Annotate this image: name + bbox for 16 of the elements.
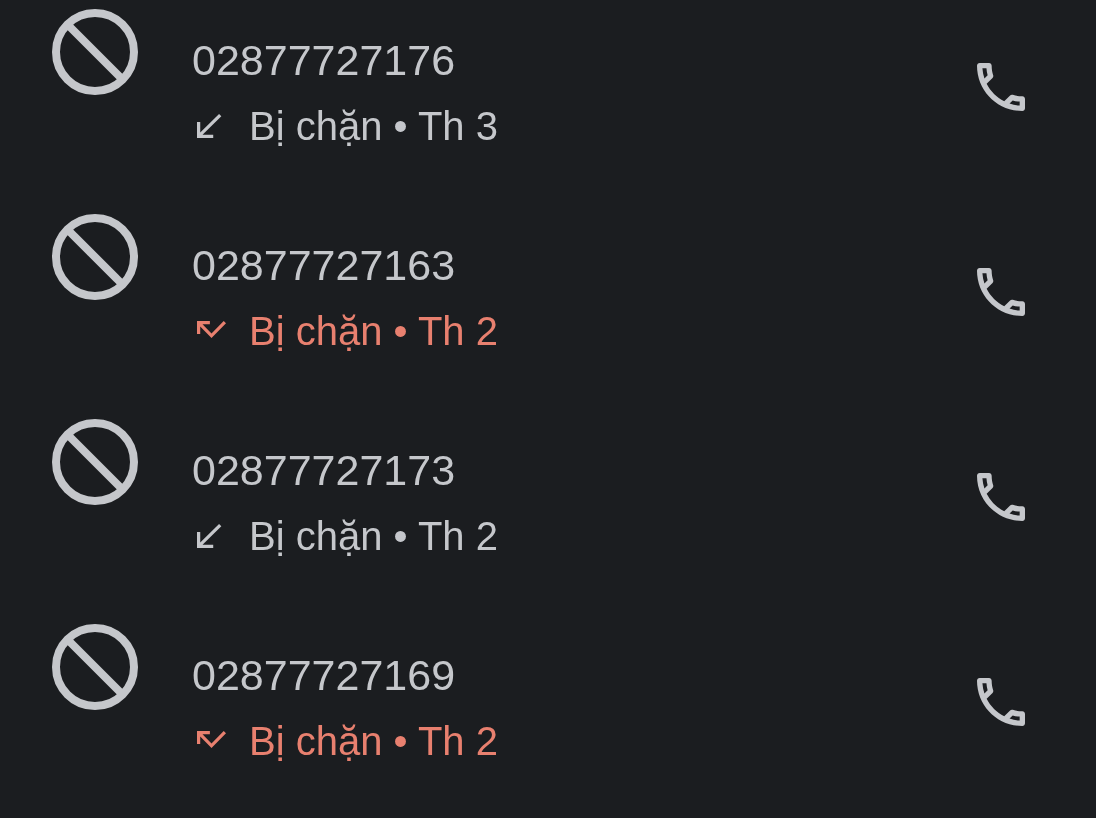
call-detail: Bị chặn • Th 2 (249, 307, 498, 355)
phone-number: 02877727173 (192, 445, 457, 496)
phone-icon[interactable] (977, 678, 1025, 726)
phone-icon[interactable] (977, 63, 1025, 111)
block-icon (52, 9, 138, 95)
block-icon (52, 624, 138, 710)
call-detail: Bị chặn • Th 2 (249, 717, 498, 765)
phone-number: 02877727163 (192, 240, 457, 291)
block-icon (52, 214, 138, 300)
phone-icon[interactable] (977, 473, 1025, 521)
phone-number: 02877727169 (192, 650, 457, 701)
phone-icon[interactable] (977, 268, 1025, 316)
call-detail: Bị chặn • Th 3 (249, 102, 498, 150)
phone-number: 02877727176 (192, 35, 457, 86)
block-icon (52, 419, 138, 505)
call-detail: Bị chặn • Th 2 (249, 512, 498, 560)
